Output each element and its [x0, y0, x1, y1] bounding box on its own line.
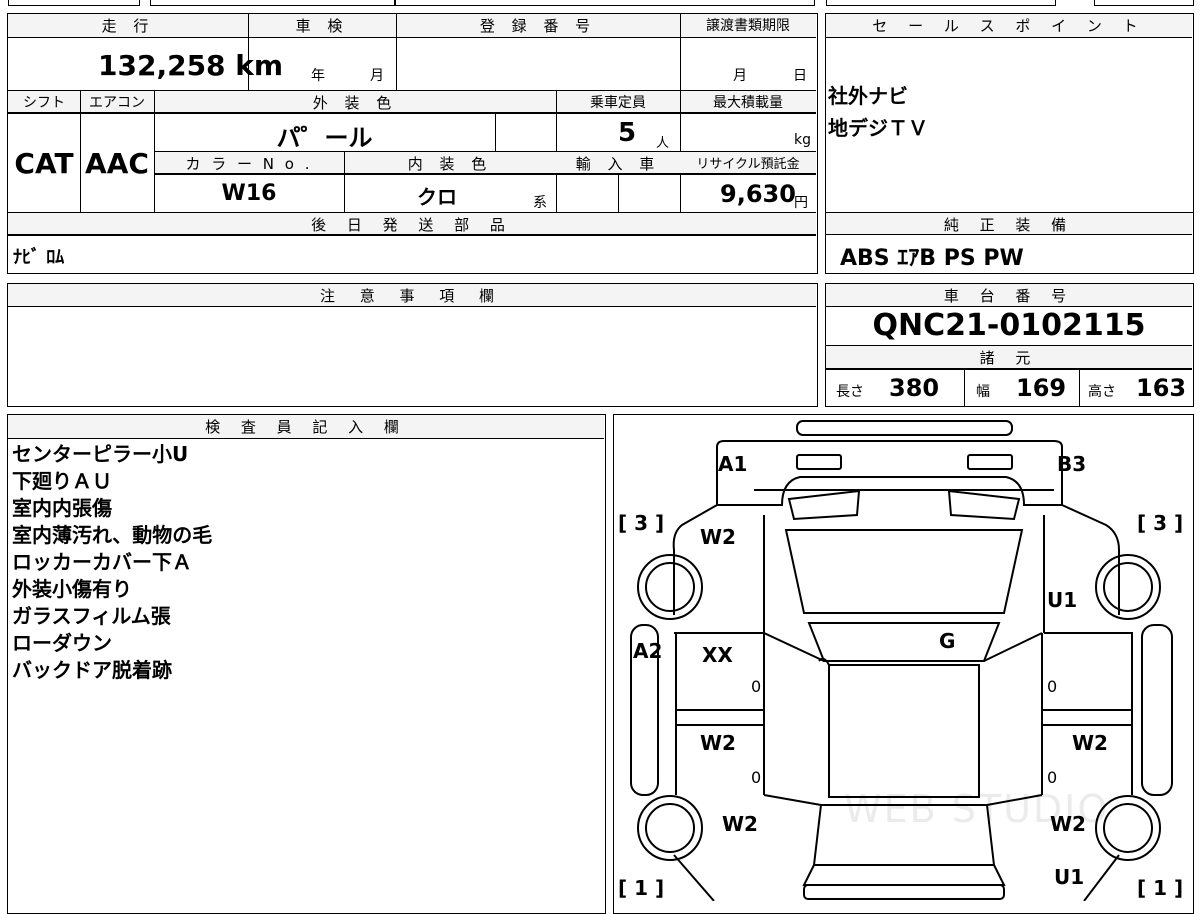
height-value: 163 — [1136, 374, 1187, 402]
interior-color-label: 内 装 色 — [407, 155, 493, 173]
shift-value: CAT — [14, 147, 74, 180]
width-value: 169 — [1016, 374, 1067, 402]
mark-w2-front-left: W2 — [700, 525, 736, 549]
height-label: 高さ — [1088, 384, 1116, 400]
capacity-unit: 人 — [656, 136, 670, 151]
inspector-line: バックドア脱着跡 — [12, 658, 172, 682]
mark-a2: A2 — [633, 639, 663, 663]
capacity-label: 乗車定員 — [590, 95, 646, 111]
notes-label: 注 意 事 項 欄 — [319, 287, 505, 305]
mileage-label: 走 行 — [101, 17, 155, 35]
genuine-equipment-label: 純 正 装 備 — [943, 216, 1075, 234]
later-parts-label: 後 日 発 送 部 品 — [311, 216, 513, 234]
length-label: 長さ — [836, 384, 864, 400]
genuine-equipment-value: ABS ｴｱB PS PW — [840, 246, 1024, 271]
interior-color-suffix: 系 — [533, 195, 547, 211]
inspector-line: 室内内張傷 — [12, 496, 112, 520]
sale-point-line-1: 社外ナビ — [828, 84, 908, 108]
recycle-value: 9,630 — [720, 180, 796, 208]
import-label: 輸 入 車 — [575, 155, 661, 173]
mark-bracket-tr: [ 3 ] — [1137, 511, 1184, 535]
dimensions-label: 諸 元 — [979, 349, 1039, 367]
mark-u1-rear-right: U1 — [1054, 865, 1085, 889]
exterior-color-label: 外 装 色 — [312, 94, 398, 112]
color-no-value: W16 — [221, 181, 277, 206]
mark-zero-3: 0 — [751, 768, 762, 787]
sale-points-box: セ ー ル ス ポ イ ン ト 社外ナビ 地デジＴＶ — [825, 13, 1194, 213]
width-label: 幅 — [976, 384, 990, 400]
mileage-number: 132,258 — [98, 49, 226, 82]
inspector-line: 外装小傷有り — [12, 577, 132, 601]
deadline-day-label: 日 — [793, 68, 807, 84]
interior-color-value: クロ — [417, 185, 457, 209]
max-load-label: 最大積載量 — [713, 95, 783, 111]
shift-label: シフト — [23, 95, 65, 111]
mark-g: G — [939, 629, 956, 653]
load-unit: kg — [794, 132, 811, 148]
top-strip-cell-3 — [395, 0, 815, 6]
inspector-lines: センターピラー小U 下廻りＡＵ 室内内張傷 室内薄汚れ、動物の毛 ロッカーカバー… — [12, 441, 212, 684]
inspection-year-label: 年 — [311, 68, 325, 84]
mark-w2-rear-left: W2 — [722, 812, 758, 836]
inspector-line: ガラスフィルム張 — [12, 604, 171, 628]
inspection-month-label: 月 — [370, 68, 384, 84]
exterior-color-value: パ゜ール — [276, 124, 373, 152]
later-parts-value: ﾅﾋﾞ ﾛﾑ — [13, 247, 65, 268]
top-strip-cell-5 — [1094, 0, 1194, 6]
aircon-label: エアコン — [89, 95, 145, 111]
mark-a1: A1 — [718, 452, 748, 476]
recycle-unit: 円 — [794, 195, 808, 211]
top-strip-cell-4 — [826, 0, 1056, 6]
chassis-box: 車 台 番 号 QNC21-0102115 諸 元 長さ 380 幅 169 高… — [825, 283, 1194, 407]
car-diagram-box: A1 B3 [ 3 ] [ 3 ] W2 U1 A2 XX G 0 0 W2 W… — [613, 414, 1194, 914]
mark-b3: B3 — [1057, 452, 1087, 476]
mark-bracket-tl: [ 3 ] — [618, 511, 665, 535]
registration-label: 登 録 番 号 — [479, 17, 597, 35]
inspector-line: ロッカーカバー下Ａ — [12, 550, 192, 574]
inspector-line: センターピラー小U — [12, 442, 189, 466]
color-no-label: カ ラ ー N o . — [185, 155, 313, 173]
inspector-line: 下廻りＡＵ — [12, 469, 112, 493]
mileage-unit: km — [235, 49, 284, 82]
mark-xx: XX — [702, 643, 733, 667]
sale-point-line-2: 地デジＴＶ — [828, 116, 928, 140]
mark-zero-1: 0 — [751, 677, 762, 696]
chassis-label: 車 台 番 号 — [943, 287, 1075, 305]
deadline-month-label: 月 — [733, 68, 747, 84]
chassis-value: QNC21-0102115 — [872, 308, 1146, 343]
capacity-value: 5 — [618, 118, 637, 148]
sale-points-label: セ ー ル ス ポ イ ン ト — [872, 17, 1146, 35]
mark-zero-2: 0 — [1047, 677, 1058, 696]
vehicle-info-table: 走 行 車 検 登 録 番 号 譲渡書類期限 132,258 km 年 月 月 … — [7, 13, 818, 274]
mileage-value: 132,258 km — [98, 49, 283, 82]
mark-bracket-bl: [ 1 ] — [618, 876, 665, 900]
inspection-label: 車 検 — [295, 17, 349, 35]
recycle-label: リサイクル預託金 — [696, 157, 800, 172]
inspector-label: 検 査 員 記 入 欄 — [205, 418, 407, 436]
transfer-deadline-label: 譲渡書類期限 — [706, 18, 790, 34]
mark-bracket-br: [ 1 ] — [1137, 876, 1184, 900]
notes-box: 注 意 事 項 欄 — [7, 283, 818, 407]
mark-u1-front-right: U1 — [1047, 588, 1078, 612]
inspector-line: 室内薄汚れ、動物の毛 — [12, 523, 213, 547]
watermark-text: WEB STUDIO — [844, 787, 1110, 831]
mark-zero-4: 0 — [1047, 768, 1058, 787]
aircon-value: AAC — [85, 147, 149, 180]
inspector-box: 検 査 員 記 入 欄 センターピラー小U 下廻りＡＵ 室内内張傷 室内薄汚れ、… — [7, 414, 606, 914]
top-strip-cell-1 — [8, 0, 140, 6]
genuine-equipment-box: 純 正 装 備 ABS ｴｱB PS PW — [825, 212, 1194, 274]
top-strip-cell-2 — [150, 0, 395, 6]
mark-w2-rear-door-right: W2 — [1072, 731, 1108, 755]
inspector-line: ローダウン — [12, 631, 112, 655]
length-value: 380 — [889, 374, 940, 402]
mark-w2-rear-door-left: W2 — [700, 731, 736, 755]
